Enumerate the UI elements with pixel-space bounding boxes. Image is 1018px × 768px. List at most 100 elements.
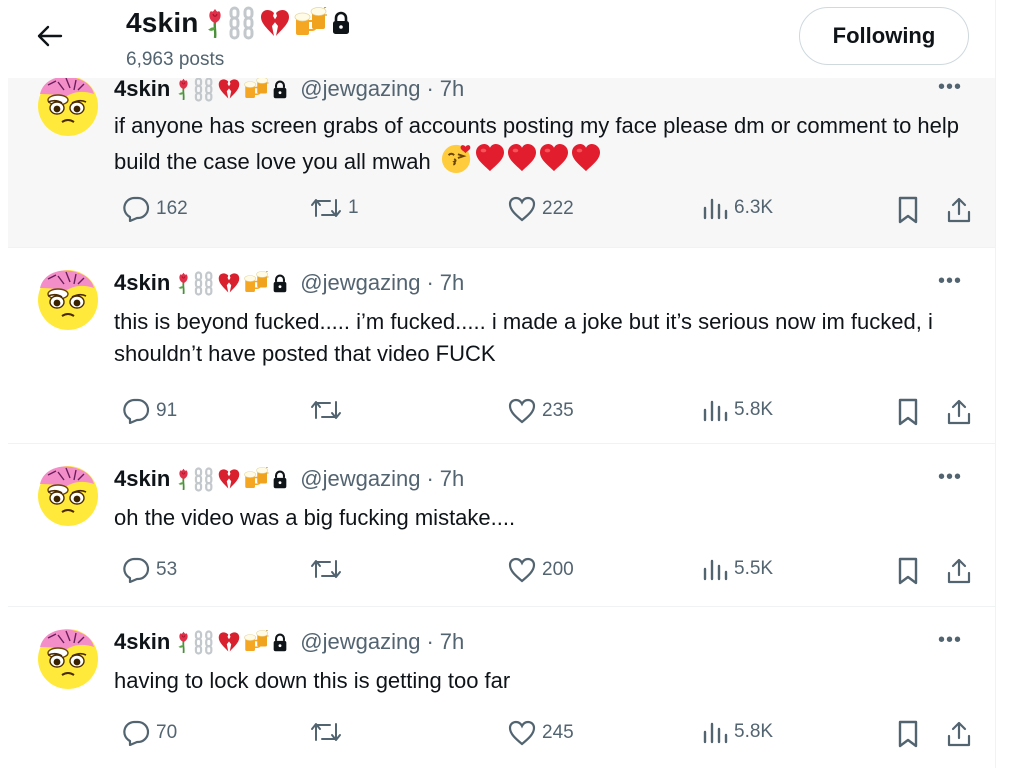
bookmark-icon xyxy=(898,398,918,426)
repost-button[interactable]: 1 xyxy=(310,196,359,220)
beer-icon xyxy=(243,467,270,491)
views-icon xyxy=(703,722,728,744)
avatar[interactable] xyxy=(36,266,100,330)
like-button[interactable]: 200 xyxy=(508,557,574,583)
tweet-header: 4skin @jewgazing · 7h xyxy=(114,466,464,492)
tweet[interactable]: 4skin @jewgazing · 7h ••• this is beyond… xyxy=(8,248,996,444)
views-icon xyxy=(703,400,728,422)
tweet-actions: 53 200 5.5K xyxy=(114,557,974,587)
like-button[interactable]: 235 xyxy=(508,398,574,424)
rose-icon xyxy=(176,631,191,653)
broken-heart-icon xyxy=(217,78,241,100)
beer-icon xyxy=(243,77,270,101)
author-name[interactable]: 4skin xyxy=(114,466,170,492)
tweet-text: having to lock down this is getting too … xyxy=(114,668,511,693)
timestamp[interactable]: 7h xyxy=(440,270,464,296)
reply-icon xyxy=(123,720,150,746)
tweet[interactable]: 4skin @jewgazing · 7h ••• having to lock… xyxy=(8,607,996,768)
author-name[interactable]: 4skin xyxy=(114,76,170,102)
repost-icon xyxy=(311,401,341,419)
share-button[interactable] xyxy=(946,557,972,585)
like-count: 235 xyxy=(542,400,574,421)
chains-icon xyxy=(193,271,215,296)
reply-count: 53 xyxy=(156,559,178,580)
separator-dot: · xyxy=(426,76,434,101)
repost-icon xyxy=(311,723,341,741)
share-button[interactable] xyxy=(946,720,972,748)
header-badges xyxy=(205,6,351,40)
bookmark-icon xyxy=(898,557,918,585)
reply-button[interactable]: 70 xyxy=(122,720,177,746)
author-name[interactable]: 4skin xyxy=(114,629,170,655)
author-handle[interactable]: @jewgazing xyxy=(300,76,420,102)
like-count: 245 xyxy=(542,722,574,743)
avatar[interactable] xyxy=(36,72,100,136)
bookmark-button[interactable] xyxy=(896,720,920,748)
avatar[interactable] xyxy=(36,462,100,526)
reply-icon xyxy=(123,398,150,424)
views-count: 5.5K xyxy=(734,558,774,579)
repost-count: 1 xyxy=(348,197,359,218)
reply-count: 91 xyxy=(156,400,178,421)
reply-button[interactable]: 91 xyxy=(122,398,177,424)
tweet-actions: 91 235 5.8K xyxy=(114,398,974,428)
tweet[interactable]: 4skin @jewgazing · 7h ••• if anyone has … xyxy=(8,78,996,248)
bookmark-button[interactable] xyxy=(896,196,920,224)
bookmark-button[interactable] xyxy=(896,398,920,426)
views-count: 5.8K xyxy=(734,399,774,420)
rose-icon xyxy=(176,272,191,294)
share-button[interactable] xyxy=(946,196,972,224)
like-icon xyxy=(508,398,536,424)
like-button[interactable]: 245 xyxy=(508,720,574,746)
profile-header: 4skin 6,963 posts Following xyxy=(0,0,996,78)
heart-icon xyxy=(571,144,601,172)
repost-button[interactable] xyxy=(310,557,348,581)
like-button[interactable]: 222 xyxy=(508,196,574,222)
reply-icon xyxy=(123,557,150,583)
views-button[interactable]: 5.8K xyxy=(702,398,773,422)
share-icon xyxy=(947,721,971,747)
like-icon xyxy=(508,196,536,222)
timestamp[interactable]: 7h xyxy=(440,76,464,102)
views-button[interactable]: 5.8K xyxy=(702,720,773,744)
share-button[interactable] xyxy=(946,398,972,426)
views-button[interactable]: 6.3K xyxy=(702,196,773,220)
tweet-header: 4skin @jewgazing · 7h xyxy=(114,270,464,296)
tweet[interactable]: 4skin @jewgazing · 7h ••• oh the video w… xyxy=(8,444,996,607)
tweet-actions: 70 245 5.8K xyxy=(114,720,974,750)
more-options-icon[interactable]: ••• xyxy=(938,629,962,652)
kiss-face-icon xyxy=(441,142,473,174)
reply-button[interactable]: 162 xyxy=(122,196,188,222)
lock-icon xyxy=(272,80,288,99)
following-button[interactable]: Following xyxy=(799,7,969,65)
tweet-text: this is beyond fucked..... i’m fucked...… xyxy=(114,309,933,366)
more-options-icon[interactable]: ••• xyxy=(938,466,962,489)
author-badges xyxy=(176,77,288,102)
more-options-icon[interactable]: ••• xyxy=(938,76,962,99)
author-handle[interactable]: @jewgazing xyxy=(300,466,420,492)
author-name[interactable]: 4skin xyxy=(114,270,170,296)
author-handle[interactable]: @jewgazing xyxy=(300,270,420,296)
repost-button[interactable] xyxy=(310,398,348,422)
bookmark-button[interactable] xyxy=(896,557,920,585)
reply-button[interactable]: 53 xyxy=(122,557,177,583)
chains-icon xyxy=(193,630,215,655)
author-badges xyxy=(176,630,288,655)
share-icon xyxy=(947,197,971,223)
author-handle[interactable]: @jewgazing xyxy=(300,629,420,655)
heart-icon xyxy=(475,144,505,172)
timestamp[interactable]: 7h xyxy=(440,466,464,492)
tweet-emojis xyxy=(441,142,601,174)
like-count: 222 xyxy=(542,198,574,219)
broken-heart-icon xyxy=(259,8,291,38)
heart-icon xyxy=(539,144,569,172)
avatar[interactable] xyxy=(36,625,100,689)
repost-button[interactable] xyxy=(310,720,348,744)
views-count: 6.3K xyxy=(734,197,774,218)
author-badges xyxy=(176,271,288,296)
back-button[interactable] xyxy=(28,16,72,56)
bookmark-icon xyxy=(898,720,918,748)
more-options-icon[interactable]: ••• xyxy=(938,270,962,293)
views-button[interactable]: 5.5K xyxy=(702,557,773,581)
timestamp[interactable]: 7h xyxy=(440,629,464,655)
